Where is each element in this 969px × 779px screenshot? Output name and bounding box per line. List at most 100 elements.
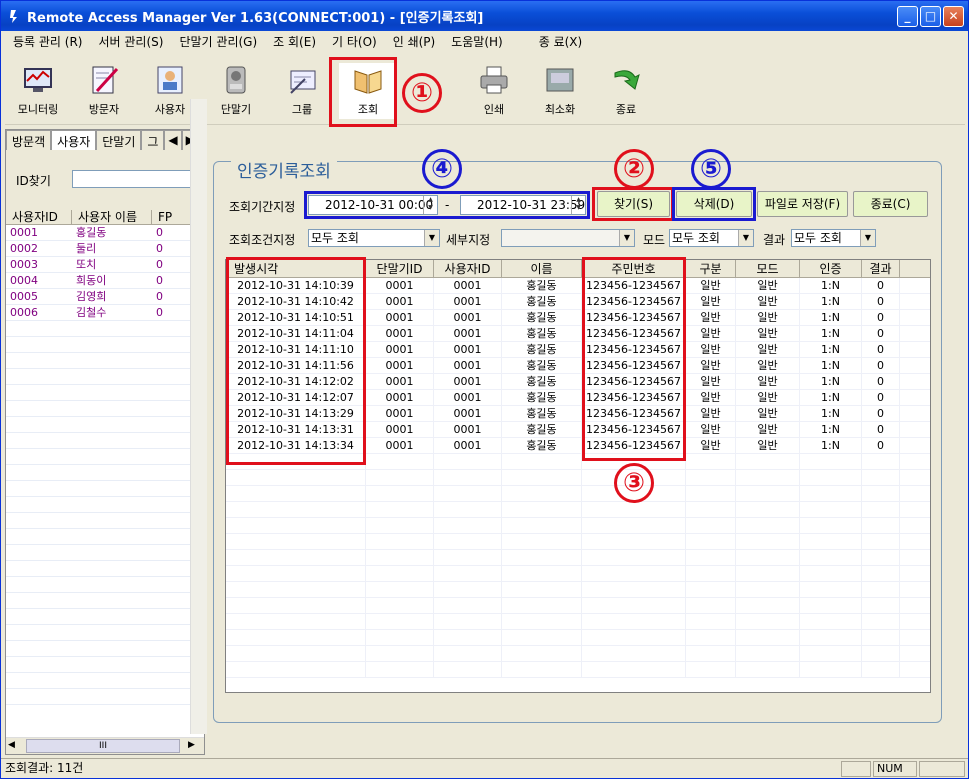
save-to-file-button[interactable]: 파일로 저장(F) [757,191,848,217]
id-find-input[interactable] [72,170,198,188]
tab-terminal[interactable]: 단말기 [96,130,142,150]
list-item[interactable]: 0003 또치 0 [6,257,204,273]
tool-visitor[interactable]: 방문자 [75,63,133,119]
table-cell: 0001 [434,278,502,293]
list-item[interactable]: 0005 김영희 0 [6,289,204,305]
left-hscrollbar[interactable]: ◀ III ▶ [6,737,204,754]
menu-register[interactable]: 등록 관리 (R) [5,33,91,50]
table-cell [502,662,582,677]
table-cell: 0001 [434,342,502,357]
empty-row [6,481,204,497]
tab-group[interactable]: 그 [141,130,165,150]
table-cell [800,566,862,581]
annotation-box-query-tool [329,57,397,127]
tool-group[interactable]: 그룹 [273,63,331,119]
tool-minimize[interactable]: 최소화 [531,63,589,119]
scroll-right-icon[interactable]: ▶ [188,740,195,750]
table-cell: 0 [862,406,900,421]
menu-etc[interactable]: 기 타(O) [324,33,385,50]
table-cell [226,662,366,677]
annotation-3: ③ [614,463,654,503]
tool-label: 인쇄 [483,103,505,116]
chevron-down-icon[interactable]: ▼ [860,230,875,246]
table-cell [686,502,736,517]
tab-user[interactable]: 사용자 [51,130,97,150]
table-cell [736,470,800,485]
table-cell [502,454,582,469]
table-cell [434,582,502,597]
chevron-down-icon[interactable]: ▼ [738,230,753,246]
table-cell [226,630,366,645]
table-cell: 0 [862,422,900,437]
menu-terminal[interactable]: 단말기 관리(G) [171,33,265,50]
menu-server[interactable]: 서버 관리(S) [91,33,172,50]
column-header[interactable]: 이름 [502,260,582,277]
close-button[interactable]: ✕ [943,6,964,27]
detail-select[interactable]: ▼ [501,229,635,247]
col-user-name[interactable]: 사용자 이름 [72,210,152,224]
table-cell [582,550,686,565]
table-cell [226,598,366,613]
table-cell [434,566,502,581]
column-header[interactable]: 단말기ID [366,260,434,277]
menu-query[interactable]: 조 회(E) [265,33,324,50]
condition-select[interactable]: 모두 조회 ▼ [308,229,440,247]
result-select[interactable]: 모두 조회 ▼ [791,229,876,247]
table-cell [736,582,800,597]
tab-visitor[interactable]: 방문객 [6,130,52,150]
menu-exit[interactable]: 종 료(X) [531,33,590,50]
table-cell [800,518,862,533]
scroll-thumb[interactable]: III [26,739,180,753]
table-cell [736,614,800,629]
maximize-button[interactable]: □ [920,6,941,27]
table-cell [434,646,502,661]
tool-label: 그룹 [291,103,313,116]
left-vscrollbar[interactable] [190,99,207,734]
chevron-down-icon[interactable]: ▼ [424,230,439,246]
list-item[interactable]: 0004 희동이 0 [6,273,204,289]
list-item[interactable]: 0006 김철수 0 [6,305,204,321]
minimize-button[interactable]: _ [897,6,918,27]
column-header[interactable]: 인증 [800,260,862,277]
result-value: 모두 조회 [794,231,842,245]
col-user-id[interactable]: 사용자ID [6,210,72,224]
table-cell: 1:N [800,326,862,341]
group-title: 인증기록조회 [231,157,337,182]
column-header[interactable]: 모드 [736,260,800,277]
mode-select[interactable]: 모두 조회 ▼ [669,229,754,247]
column-header[interactable]: 결과 [862,260,900,277]
menu-print[interactable]: 인 쇄(P) [385,33,444,50]
table-cell: 홍길동 [502,358,582,373]
column-header[interactable]: 사용자ID [434,260,502,277]
chevron-down-icon[interactable]: ▼ [619,230,634,246]
menu-help[interactable]: 도움말(H) [443,33,511,50]
table-cell: 일반 [736,310,800,325]
tool-monitoring[interactable]: 모니터링 [9,63,67,119]
table-cell: 일반 [686,358,736,373]
table-cell: 일반 [686,342,736,357]
tool-terminal[interactable]: 단말기 [207,63,265,119]
list-item[interactable]: 0001 홍길동 0 [6,225,204,241]
table-cell [582,630,686,645]
close-query-button[interactable]: 종료(C) [853,191,928,217]
list-cell: 0005 [10,290,38,303]
scroll-left-icon[interactable]: ◀ [8,740,15,750]
printer-icon [477,63,511,97]
table-cell: 0001 [366,294,434,309]
table-cell: 일반 [686,326,736,341]
table-cell: 0001 [366,406,434,421]
table-cell [686,614,736,629]
table-cell [800,598,862,613]
empty-row [6,321,204,337]
tool-exit[interactable]: 종료 [597,63,655,119]
tab-scroll-left-icon[interactable]: ◀ [164,130,182,150]
table-cell [366,550,434,565]
list-item[interactable]: 0002 둘리 0 [6,241,204,257]
empty-row [6,513,204,529]
column-header[interactable]: 구분 [686,260,736,277]
table-cell [582,646,686,661]
tool-print[interactable]: 인쇄 [465,63,523,119]
annotation-box-search [592,187,674,221]
table-cell [800,454,862,469]
title-bar[interactable]: Remote Access Manager Ver 1.63(CONNECT:0… [1,1,968,31]
